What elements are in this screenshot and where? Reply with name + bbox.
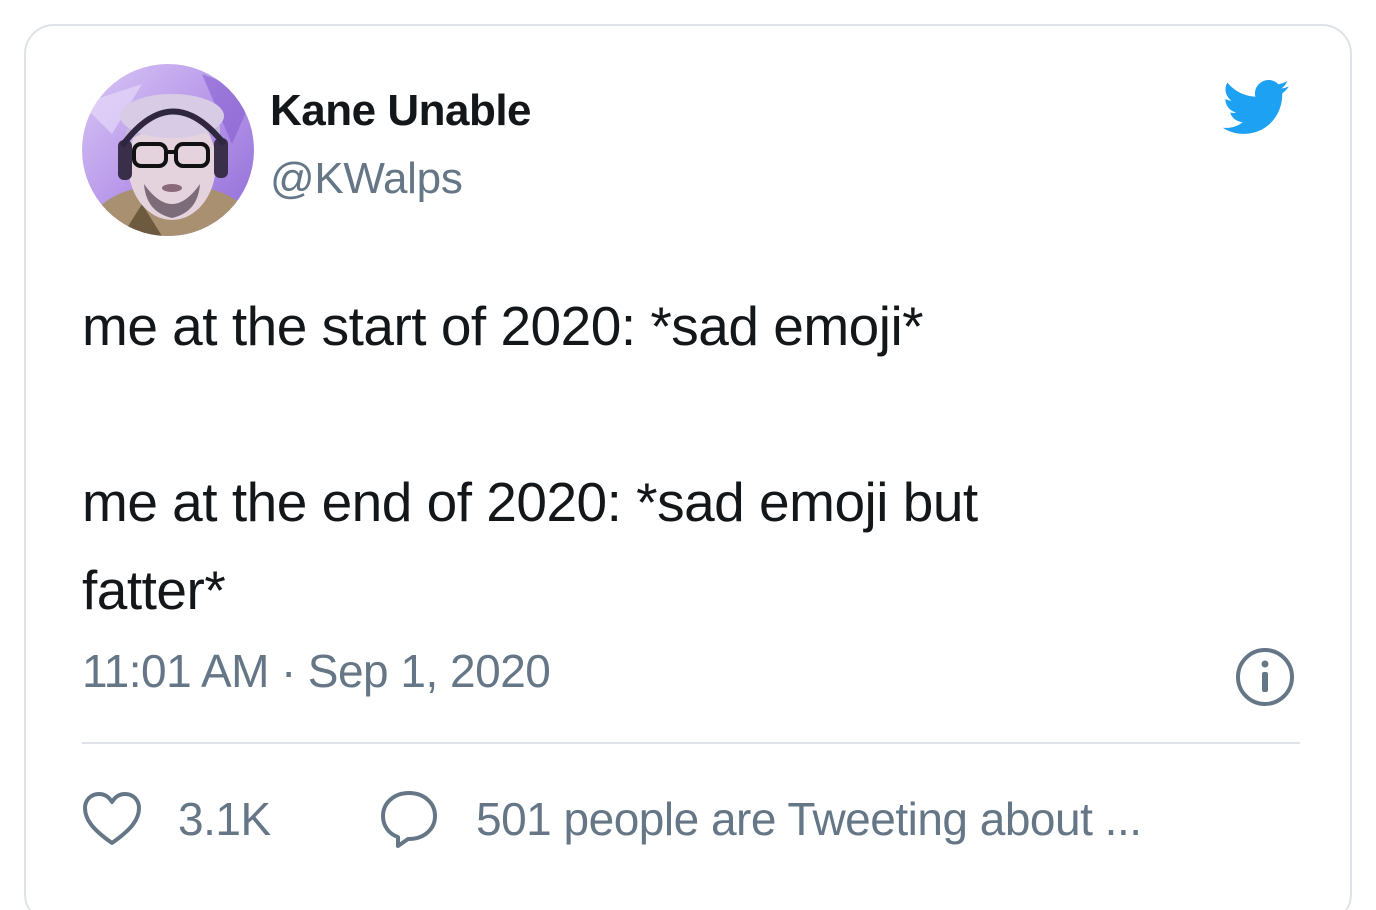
heart-icon xyxy=(83,792,141,845)
info-icon[interactable] xyxy=(1234,646,1296,708)
meta-separator: · xyxy=(280,645,296,697)
tweet-text: me at the start of 2020: *sad emoji* me … xyxy=(82,282,1262,634)
conversation-link[interactable]: 501 people are Tweeting about ... xyxy=(378,784,1142,854)
tweet-time: 11:01 AM xyxy=(82,645,269,697)
twitter-bird-icon[interactable] xyxy=(1214,72,1296,142)
tweet-text-line: me at the start of 2020: *sad emoji* xyxy=(82,295,924,357)
avatar-image xyxy=(82,64,254,236)
divider xyxy=(82,742,1300,744)
like-count: 3.1K xyxy=(178,793,271,845)
tweet-date: Sep 1, 2020 xyxy=(307,645,551,697)
info-glyph xyxy=(1236,648,1294,706)
tweet-actions: 3.1K 501 people are Tweeting about ... xyxy=(82,784,1300,854)
author-handle[interactable]: @KWalps xyxy=(270,154,463,204)
conversation-label: 501 people are Tweeting about ... xyxy=(476,793,1142,845)
like-button[interactable]: 3.1K xyxy=(82,784,271,854)
tweet-text-blank-line xyxy=(82,370,1262,458)
tweet-timestamp[interactable]: 11:01 AM · Sep 1, 2020 xyxy=(82,644,551,698)
author-name[interactable]: Kane Unable xyxy=(270,86,532,136)
tweet-text-line: me at the end of 2020: *sad emoji but xyxy=(82,471,978,533)
tweet-text-line: fatter* xyxy=(82,559,226,621)
tweet-card: Kane Unable @KWalps me at the start of 2… xyxy=(24,24,1352,910)
speech-bubble-icon xyxy=(381,791,437,848)
author-avatar[interactable] xyxy=(82,64,254,236)
twitter-bird-glyph xyxy=(1222,80,1289,134)
